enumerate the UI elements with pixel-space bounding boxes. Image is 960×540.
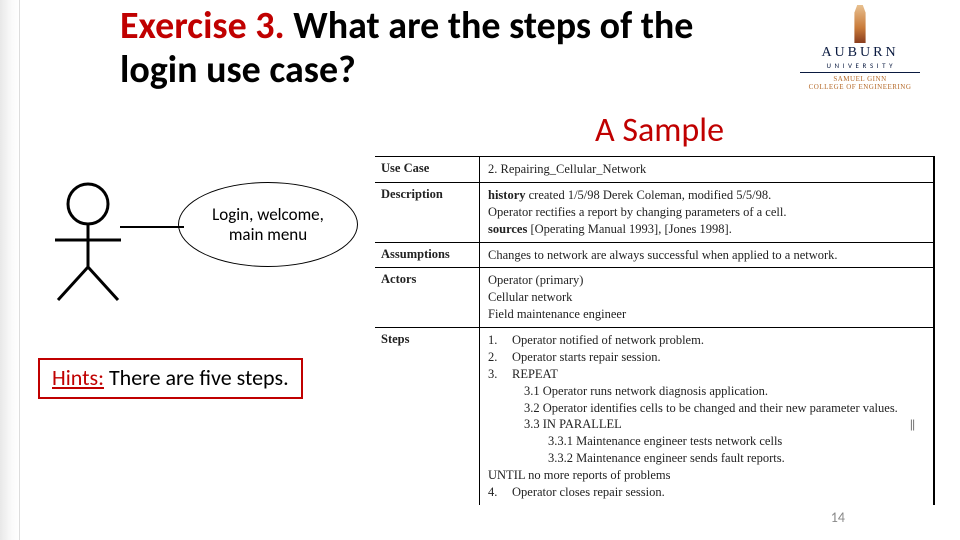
step-number: 1.: [488, 332, 512, 349]
sources-text: [Operating Manual 1993], [Jones 1998].: [530, 222, 731, 236]
slide-title: Exercise 3. What are the steps of the lo…: [120, 5, 740, 92]
step-number: 2.: [488, 349, 512, 366]
step-text: Operator closes repair session.: [512, 484, 925, 501]
title-accent: Exercise 3.: [120, 3, 285, 49]
logo-name: AUBURN: [790, 45, 930, 61]
table-row: Actors Operator (primary) Cellular netwo…: [375, 268, 933, 328]
slide-left-stripe: [0, 0, 20, 540]
use-case-spec-table: Use Case 2. Repairing_Cellular_Network D…: [375, 156, 935, 505]
logo-university: U N I V E R S I T Y: [790, 61, 930, 70]
step-text: Operator starts repair session.: [512, 349, 925, 366]
substep: 3.1 Operator runs network diagnosis appl…: [488, 383, 925, 400]
tower-icon: [846, 5, 874, 43]
step-number: 4.: [488, 484, 512, 501]
substep: 3.3 IN PARALLEL||: [488, 416, 925, 433]
table-row: Steps 1.Operator notified of network pro…: [375, 328, 933, 505]
assumptions-value: Changes to network are always successful…: [480, 243, 933, 268]
step-text: REPEAT: [512, 366, 925, 383]
page-number: 14: [831, 509, 845, 526]
sub-substep: 3.3.2 Maintenance engineer sends fault r…: [488, 450, 925, 467]
steps-value: 1.Operator notified of network problem. …: [480, 328, 933, 505]
until-clause: UNTIL no more reports of problems: [488, 467, 925, 484]
use-case-value: 2. Repairing_Cellular_Network: [480, 157, 933, 182]
actors-label: Actors: [375, 268, 480, 327]
hints-label: Hints:: [52, 364, 104, 391]
actors-value: Operator (primary) Cellular network Fiel…: [480, 268, 933, 327]
actor-connector-line: [120, 226, 184, 228]
hints-text: There are five steps.: [104, 364, 289, 391]
actor-tertiary: Field maintenance engineer: [488, 306, 925, 323]
step-text: Operator notified of network problem.: [512, 332, 925, 349]
table-row: Description history created 1/5/98 Derek…: [375, 183, 933, 243]
use-case-bubble: Login, welcome, main menu: [178, 182, 378, 282]
actor-secondary: Cellular network: [488, 289, 925, 306]
logo-college-line1: SAMUEL GINN: [790, 75, 930, 83]
history-text: created 1/5/98 Derek Coleman, modified 5…: [529, 188, 772, 202]
actor-primary: Operator (primary): [488, 272, 925, 289]
use-case-label: Use Case: [375, 157, 480, 182]
sample-label: A Sample: [595, 110, 724, 151]
description-value: history created 1/5/98 Derek Coleman, mo…: [480, 183, 933, 242]
substep: 3.2 Operator identifies cells to be chan…: [488, 400, 925, 417]
table-row: Assumptions Changes to network are alway…: [375, 243, 933, 269]
steps-label: Steps: [375, 328, 480, 505]
assumptions-label: Assumptions: [375, 243, 480, 268]
logo-divider: [800, 72, 920, 73]
hints-box: Hints: There are five steps.: [38, 358, 303, 399]
sources-label: sources: [488, 222, 527, 236]
description-text: Operator rectifies a report by changing …: [488, 204, 925, 221]
history-label: history: [488, 188, 526, 202]
logo-college-line2: COLLEGE OF ENGINEERING: [790, 83, 930, 91]
table-row: Use Case 2. Repairing_Cellular_Network: [375, 157, 933, 183]
substep-text: 3.3 IN PARALLEL: [524, 416, 910, 433]
bubble-text: Login, welcome, main menu: [178, 182, 358, 267]
sub-substep: 3.3.1 Maintenance engineer tests network…: [488, 433, 925, 450]
step-number: 3.: [488, 366, 512, 383]
description-label: Description: [375, 183, 480, 242]
auburn-logo: AUBURN U N I V E R S I T Y SAMUEL GINN C…: [790, 5, 930, 91]
actor-stick-figure-icon: [43, 182, 133, 302]
parallel-close-marker: ||: [910, 416, 925, 433]
